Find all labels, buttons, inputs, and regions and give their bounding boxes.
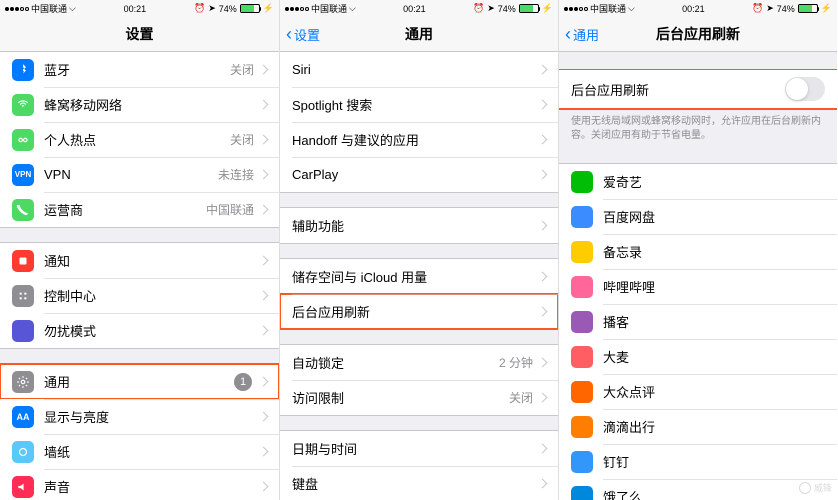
- wifi-icon: ⌵: [69, 3, 76, 14]
- app-icon: [571, 486, 593, 500]
- app-label: 播客: [603, 312, 825, 331]
- moon-icon: [12, 320, 34, 342]
- control-icon: [12, 285, 34, 307]
- app-label: 大众点评: [603, 382, 825, 401]
- status-bar: 中国联通⌵ 00:21 ⏰➤74%⚡: [0, 0, 279, 17]
- bluetooth-row[interactable]: 蓝牙关闭: [0, 52, 279, 87]
- page-title: 后台应用刷新: [656, 24, 740, 44]
- notifications-row[interactable]: 通知: [0, 243, 279, 278]
- app-label: 哔哩哔哩: [603, 277, 825, 296]
- phone-icon: [12, 199, 34, 221]
- app-row[interactable]: 播客: [559, 304, 837, 339]
- vpn-icon: VPN: [12, 164, 34, 186]
- app-icon: [571, 346, 593, 368]
- app-icon: [571, 171, 593, 193]
- hotspot-icon: [12, 129, 34, 151]
- hotspot-row[interactable]: 个人热点关闭: [0, 122, 279, 157]
- app-label: 钉钉: [603, 452, 825, 471]
- app-row[interactable]: 大众点评: [559, 374, 837, 409]
- app-label: 百度网盘: [603, 207, 825, 226]
- control-center-row[interactable]: 控制中心: [0, 278, 279, 313]
- app-icon: [571, 276, 593, 298]
- keyboard-row[interactable]: 键盘: [280, 466, 558, 500]
- app-icon: [571, 381, 593, 403]
- app-row[interactable]: 滴滴出行: [559, 409, 837, 444]
- charge-icon: ⚡: [263, 3, 274, 14]
- spotlight-row[interactable]: Spotlight 搜索: [280, 87, 558, 122]
- sounds-row[interactable]: 声音: [0, 469, 279, 500]
- app-icon: [571, 241, 593, 263]
- speaker-icon: [12, 476, 34, 498]
- app-row[interactable]: 饿了么: [559, 479, 837, 500]
- app-row[interactable]: 百度网盘: [559, 199, 837, 234]
- app-row[interactable]: 哔哩哔哩: [559, 269, 837, 304]
- datetime-row[interactable]: 日期与时间: [280, 431, 558, 466]
- wallpaper-row[interactable]: 墙纸: [0, 434, 279, 469]
- alarm-icon: ⏰: [194, 3, 205, 14]
- background-refresh-screen: 中国联通⌵ 00:21 ⏰➤74%⚡ ‹通用后台应用刷新 后台应用刷新 使用无线…: [558, 0, 837, 500]
- app-row[interactable]: 大麦: [559, 339, 837, 374]
- general-row[interactable]: 通用1: [0, 364, 279, 399]
- app-label: 滴滴出行: [603, 417, 825, 436]
- storage-row[interactable]: 储存空间与 iCloud 用量: [280, 259, 558, 294]
- nav-bar: 设置: [0, 17, 279, 52]
- restrictions-row[interactable]: 访问限制关闭: [280, 380, 558, 415]
- handoff-row[interactable]: Handoff 与建议的应用: [280, 122, 558, 157]
- gear-icon: [12, 371, 34, 393]
- help-text: 使用无线局域网或蜂窝移动网时，允许应用在后台刷新内容。关闭应用有助于节省电量。: [559, 109, 837, 149]
- wallpaper-icon: [12, 441, 34, 463]
- app-row[interactable]: 钉钉: [559, 444, 837, 479]
- location-icon: ➤: [208, 3, 216, 14]
- dnd-row[interactable]: 勿扰模式: [0, 313, 279, 348]
- app-row[interactable]: 爱奇艺: [559, 164, 837, 199]
- master-toggle-row: 后台应用刷新: [559, 70, 837, 108]
- carrier-row[interactable]: 运营商中国联通: [0, 192, 279, 227]
- display-row[interactable]: AA显示与亮度: [0, 399, 279, 434]
- vpn-row[interactable]: VPNVPN未连接: [0, 157, 279, 192]
- page-title: 设置: [126, 24, 154, 44]
- status-bar: 中国联通⌵ 00:21 ⏰➤74%⚡: [559, 0, 837, 17]
- status-bar: 中国联通⌵ 00:21 ⏰➤74%⚡: [280, 0, 558, 17]
- back-button[interactable]: ‹通用: [565, 25, 599, 44]
- nav-bar: ‹设置 通用: [280, 17, 558, 52]
- watermark: 威锋: [799, 481, 832, 494]
- app-icon: [571, 311, 593, 333]
- nav-bar: ‹通用 后台应用刷新: [559, 17, 837, 52]
- app-icon: [571, 416, 593, 438]
- app-icon: [571, 206, 593, 228]
- autolock-row[interactable]: 自动锁定2 分钟: [280, 345, 558, 380]
- background-refresh-row[interactable]: 后台应用刷新: [280, 294, 558, 329]
- back-button[interactable]: ‹设置: [286, 25, 320, 44]
- badge: 1: [234, 373, 252, 391]
- app-label: 饿了么: [603, 487, 825, 500]
- bluetooth-icon: [12, 59, 34, 81]
- app-label: 爱奇艺: [603, 172, 825, 191]
- accessibility-row[interactable]: 辅助功能: [280, 208, 558, 243]
- cellular-row[interactable]: 蜂窝移动网络: [0, 87, 279, 122]
- toggle-switch[interactable]: [785, 77, 825, 101]
- settings-screen: 中国联通⌵ 00:21 ⏰➤74%⚡ 设置 蓝牙关闭 蜂窝移动网络 个人热点关闭…: [0, 0, 279, 500]
- page-title: 通用: [405, 24, 433, 44]
- app-label: 备忘录: [603, 242, 825, 261]
- carplay-row[interactable]: CarPlay: [280, 157, 558, 192]
- app-icon: [571, 451, 593, 473]
- cellular-icon: [12, 94, 34, 116]
- siri-row[interactable]: Siri: [280, 52, 558, 87]
- app-label: 大麦: [603, 347, 825, 366]
- app-list: 爱奇艺百度网盘备忘录哔哩哔哩播客大麦大众点评滴滴出行钉钉饿了么股市韩剧TV: [559, 163, 837, 500]
- display-icon: AA: [12, 406, 34, 428]
- general-screen: 中国联通⌵ 00:21 ⏰➤74%⚡ ‹设置 通用 Siri Spotlight …: [279, 0, 558, 500]
- notifications-icon: [12, 250, 34, 272]
- app-row[interactable]: 备忘录: [559, 234, 837, 269]
